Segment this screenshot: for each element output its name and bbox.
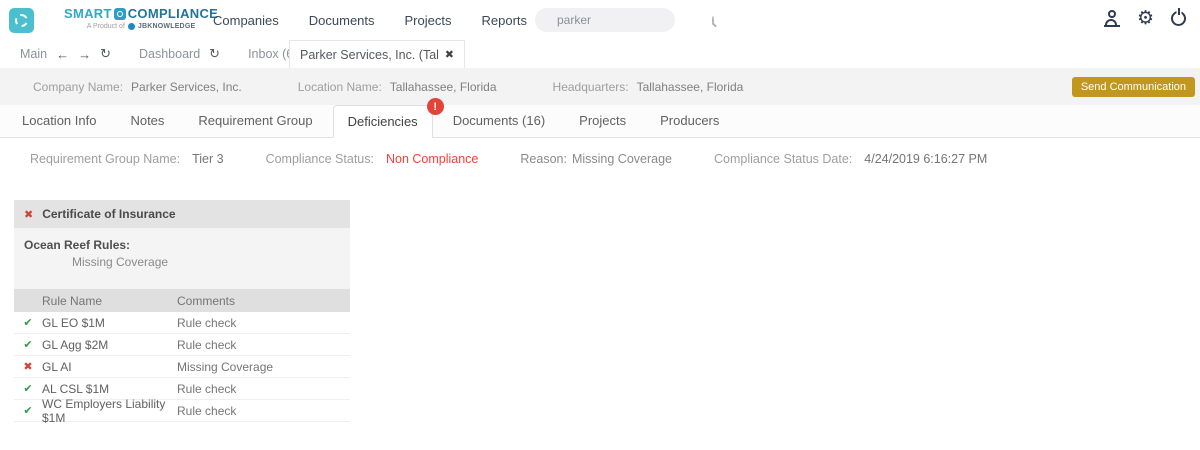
section-tabs: Location Info Notes Requirement Group De…: [0, 98, 1200, 138]
rule-name: GL AI: [42, 359, 72, 374]
brand-compliance-text: COMPLIANCE: [127, 6, 219, 21]
brand-tagline: A Product of JBKNOWLEDGE: [64, 23, 218, 30]
active-tab-label: Parker Services, Inc. (Tallaha: [300, 47, 439, 62]
nav-projects[interactable]: Projects: [405, 13, 452, 28]
headquarters-label: Headquarters:: [552, 79, 629, 94]
tab-dashboard-label: Dashboard: [139, 47, 201, 61]
rule-comment: Missing Coverage: [177, 359, 274, 374]
reason-field: Reason: Missing Coverage: [520, 152, 672, 166]
user-account-icon[interactable]: [1103, 10, 1120, 27]
requirement-group-name-value: Tier 3: [192, 152, 224, 166]
x-icon: ✖: [23, 361, 33, 373]
brand-mark-icon: [113, 7, 126, 20]
company-name-label: Company Name:: [33, 79, 124, 94]
company-name-field: Company Name: Parker Services, Inc.: [33, 80, 242, 94]
panel-title: Certificate of Insurance: [42, 207, 176, 221]
check-icon: ✔: [23, 383, 33, 395]
brand-logo[interactable]: SMART COMPLIANCE A Product of JBKNOWLEDG…: [64, 6, 218, 30]
headquarters-field: Headquarters: Tallahassee, Florida: [553, 80, 744, 94]
table-row[interactable]: ✖ GL AI Missing Coverage: [14, 356, 350, 378]
tagline-brand: JBKNOWLEDGE: [137, 23, 196, 30]
rule-name: AL CSL $1M: [42, 381, 110, 396]
fail-x-icon: ✖: [24, 208, 34, 221]
panel-header[interactable]: ✖ Certificate of Insurance: [14, 200, 350, 228]
deficiency-panel: ✖ Certificate of Insurance Ocean Reef Ru…: [14, 200, 350, 425]
location-name-value: Tallahassee, Florida: [389, 79, 497, 94]
rules-label: Ocean Reef Rules:: [24, 238, 131, 252]
table-row[interactable]: ✔ GL EO $1M Rule check: [14, 312, 350, 334]
location-name-label: Location Name:: [297, 79, 382, 94]
tab-dashboard[interactable]: Dashboard ↻: [139, 46, 220, 62]
brand-wordmark: SMART COMPLIANCE: [64, 6, 218, 21]
reason-label: Reason:: [520, 152, 567, 166]
tab-deficiencies-label: Deficiencies: [347, 114, 418, 129]
settings-gear-icon[interactable]: ⚙: [1137, 9, 1154, 28]
tab-deficiencies[interactable]: Deficiencies !: [332, 98, 444, 138]
forward-arrow-icon[interactable]: →: [78, 47, 91, 62]
reason-value: Missing Coverage: [571, 152, 672, 166]
refresh-ring-icon: [15, 14, 28, 27]
table-row[interactable]: ✔ WC Employers Liability $1M Rule check: [14, 396, 350, 425]
global-search: [535, 8, 714, 32]
tab-projects[interactable]: Projects: [565, 104, 640, 137]
requirement-group-name-label: Requirement Group Name:: [30, 152, 181, 166]
nav-companies[interactable]: Companies: [213, 13, 279, 28]
brand-smart-text: SMART: [64, 6, 112, 21]
window-tab-strip: Main ← → ↻ Dashboard ↻ Inbox (65) ↻ Park…: [0, 40, 1200, 68]
rule-comment: Rule check: [177, 403, 237, 418]
location-name-field: Location Name: Tallahassee, Florida: [298, 80, 497, 94]
rules-value: Missing Coverage: [72, 255, 169, 269]
rule-name: GL EO $1M: [42, 315, 105, 330]
requirement-group-name-field: Requirement Group Name: Tier 3: [30, 152, 224, 166]
check-icon: ✔: [23, 317, 33, 329]
tab-main-label: Main: [20, 47, 48, 61]
back-arrow-icon[interactable]: ←: [56, 47, 69, 62]
requirement-group-info-row: Requirement Group Name: Tier 3 Complianc…: [0, 138, 1200, 166]
rule-comment: Rule check: [177, 337, 237, 352]
logout-power-icon[interactable]: [1171, 8, 1186, 26]
refresh-icon[interactable]: ↻: [100, 46, 111, 62]
check-icon: ✔: [23, 405, 33, 417]
tab-producers[interactable]: Producers: [646, 104, 733, 137]
rule-name-column-header: Rule Name: [42, 293, 103, 308]
panel-body: Ocean Reef Rules: Missing Coverage: [14, 228, 350, 289]
tab-location-info[interactable]: Location Info: [8, 104, 110, 137]
search-icon[interactable]: [712, 15, 714, 25]
nav-documents[interactable]: Documents: [309, 13, 375, 28]
jbknowledge-icon: [127, 23, 135, 30]
refresh-icon[interactable]: ↻: [209, 46, 220, 62]
app-header: SMART COMPLIANCE A Product of JBKNOWLEDG…: [0, 0, 1200, 40]
table-row[interactable]: ✔ GL Agg $2M Rule check: [14, 334, 350, 356]
company-name-value: Parker Services, Inc.: [131, 79, 242, 94]
rule-comment: Rule check: [177, 315, 237, 330]
compliance-status-field: Compliance Status: Non Compliance: [266, 152, 479, 166]
tab-parker-services-active[interactable]: Parker Services, Inc. (Tallaha ✖: [289, 40, 465, 68]
comments-column-header: Comments: [177, 293, 236, 308]
headquarters-value: Tallahassee, Florida: [636, 79, 744, 94]
rule-comment: Rule check: [177, 381, 237, 396]
tab-notes[interactable]: Notes: [116, 104, 178, 137]
rule-name: WC Employers Liability $1M: [42, 396, 166, 425]
rule-name: GL Agg $2M: [42, 337, 109, 352]
tagline-prefix: A Product of: [86, 23, 125, 30]
compliance-status-date-label: Compliance Status Date:: [714, 152, 853, 166]
header-icons: ⚙: [1103, 8, 1186, 28]
compliance-status-date-value: 4/24/2019 6:16:27 PM: [864, 152, 988, 166]
rules-table-header: Rule Name Comments: [14, 289, 350, 312]
tab-documents[interactable]: Documents (16): [439, 104, 559, 137]
tab-requirement-group[interactable]: Requirement Group: [184, 104, 326, 137]
check-icon: ✔: [23, 339, 33, 351]
search-input[interactable]: [535, 13, 712, 27]
nav-reports[interactable]: Reports: [481, 13, 527, 28]
send-communication-button[interactable]: Send Communication: [1071, 77, 1195, 97]
app-logo-icon[interactable]: [9, 8, 34, 33]
compliance-status-value: Non Compliance: [385, 152, 479, 166]
company-info-bar: Company Name: Parker Services, Inc. Loca…: [0, 68, 1200, 105]
tab-main[interactable]: Main ← → ↻: [20, 46, 111, 62]
compliance-status-label: Compliance Status:: [265, 152, 374, 166]
compliance-status-date-field: Compliance Status Date: 4/24/2019 6:16:2…: [714, 152, 987, 166]
close-tab-icon[interactable]: ✖: [445, 48, 454, 61]
